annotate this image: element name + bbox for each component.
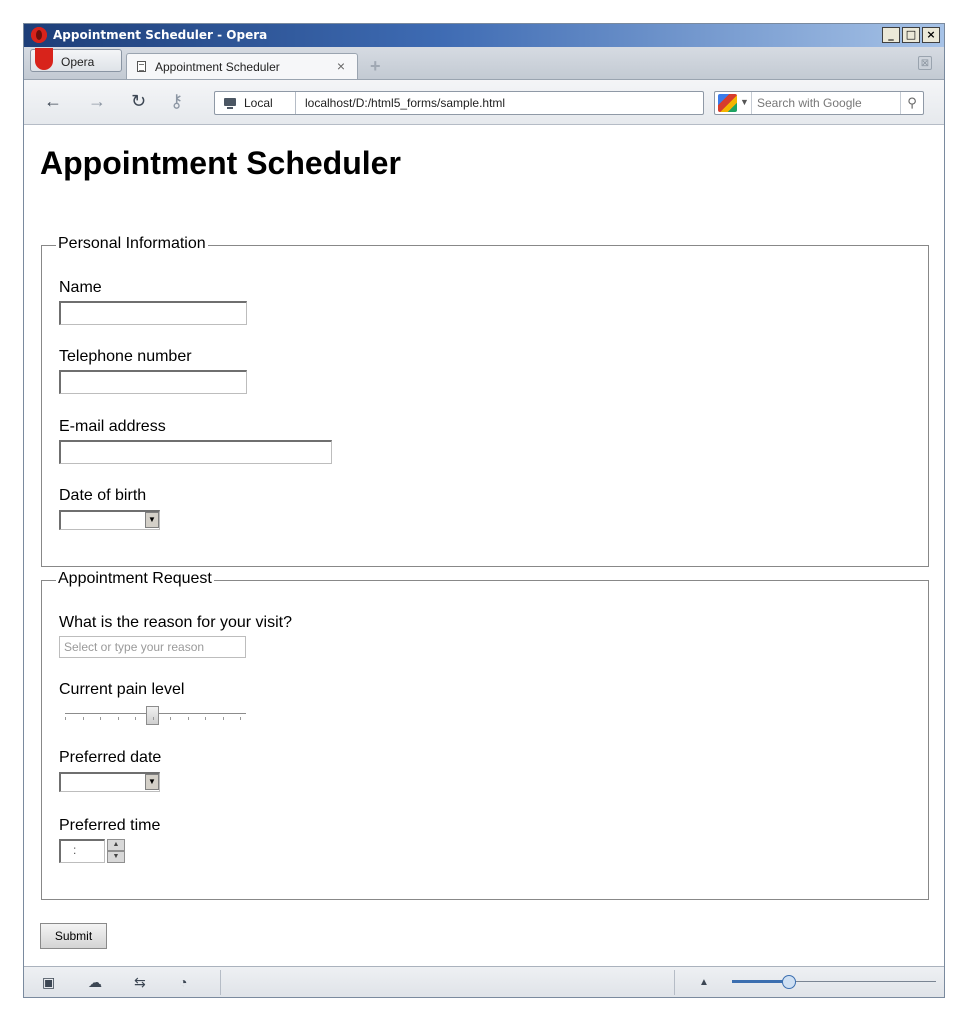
closed-tabs-trash-icon[interactable]: ⊠: [918, 56, 932, 70]
zoom-slider[interactable]: [732, 975, 936, 989]
pain-level-slider[interactable]: [59, 706, 246, 730]
personal-information-fieldset: Personal Information Name Telephone numb…: [41, 235, 929, 567]
slider-tick: [170, 717, 171, 720]
back-icon[interactable]: ←: [44, 91, 62, 112]
speed-dial-icon[interactable]: ◔: [179, 974, 187, 990]
time-spinner: ▲ ▼: [107, 839, 125, 865]
opera-menu-button[interactable]: Opera: [30, 48, 122, 72]
search-icon[interactable]: ⚲: [900, 92, 923, 114]
search-box[interactable]: ▼ Search with Google ⚲: [714, 91, 924, 115]
title-bar: Appointment Scheduler - Opera _ □ ×: [24, 24, 944, 47]
new-tab-icon[interactable]: +: [370, 56, 381, 77]
search-placeholder: Search with Google: [757, 96, 862, 110]
chevron-down-icon[interactable]: ▼: [740, 97, 749, 107]
site-badge-label: Local: [244, 96, 273, 110]
slider-tick: [188, 717, 189, 720]
forward-icon[interactable]: →: [88, 91, 106, 112]
date-of-birth-picker[interactable]: ▼: [59, 510, 160, 530]
tab-close-icon[interactable]: ×: [337, 58, 345, 74]
opera-logo-icon: [31, 27, 47, 43]
maximize-button[interactable]: □: [902, 27, 920, 43]
fieldset-legend: Appointment Request: [56, 570, 214, 588]
slider-tick: [223, 717, 224, 720]
email-label: E-mail address: [59, 418, 166, 435]
reason-label: What is the reason for your visit?: [59, 614, 292, 631]
minimize-button[interactable]: _: [882, 27, 900, 43]
window-controls: _ □ ×: [882, 27, 940, 43]
key-icon[interactable]: ⚷: [170, 91, 183, 112]
page-content: Appointment Scheduler Personal Informati…: [24, 125, 944, 964]
browser-window: Appointment Scheduler - Opera _ □ × Oper…: [23, 23, 945, 998]
monitor-icon: [224, 98, 236, 109]
reload-icon[interactable]: ↻: [131, 91, 146, 112]
pain-level-label: Current pain level: [59, 681, 185, 698]
time-field[interactable]: :: [59, 839, 105, 863]
preferred-date-label: Preferred date: [59, 749, 162, 766]
tab-title: Appointment Scheduler: [155, 60, 280, 74]
name-label: Name: [59, 279, 102, 296]
window-title: Appointment Scheduler - Opera: [53, 28, 268, 42]
document-icon: [137, 61, 146, 72]
opera-menu-label: Opera: [61, 55, 95, 69]
unite-icon[interactable]: ⇆: [134, 974, 146, 991]
search-divider: [751, 92, 752, 114]
reason-combobox[interactable]: Select or type your reason: [59, 636, 246, 658]
preferred-time-input[interactable]: : ▲ ▼: [59, 839, 127, 863]
status-divider: [674, 970, 675, 995]
zoom-arrow-icon[interactable]: ▲: [699, 977, 709, 988]
cloud-icon[interactable]: ☁: [88, 974, 102, 991]
appointment-request-fieldset: Appointment Request What is the reason f…: [41, 570, 929, 900]
tab-appointment-scheduler[interactable]: Appointment Scheduler ×: [126, 53, 358, 79]
telephone-field[interactable]: [59, 370, 247, 394]
url-text[interactable]: localhost/D:/html5_forms/sample.html: [305, 96, 505, 110]
close-window-button[interactable]: ×: [922, 27, 940, 43]
name-field[interactable]: [59, 301, 247, 325]
slider-tick: [65, 717, 66, 720]
status-divider: [220, 970, 221, 995]
slider-tick: [118, 717, 119, 720]
date-of-birth-label: Date of birth: [59, 487, 147, 504]
slider-tick: [100, 717, 101, 720]
chevron-down-icon[interactable]: ▼: [145, 512, 159, 528]
status-bar: ▣ ☁ ⇆ ◔ ▲: [24, 966, 944, 997]
telephone-label: Telephone number: [59, 348, 192, 365]
slider-tick: [205, 717, 206, 720]
navigation-bar: ← → ↻ ⚷ Local localhost/D:/html5_forms/s…: [24, 80, 944, 125]
slider-tick: [83, 717, 84, 720]
site-badge[interactable]: Local: [215, 92, 296, 114]
preferred-date-picker[interactable]: ▼: [59, 772, 160, 792]
preferred-time-label: Preferred time: [59, 817, 161, 834]
slider-tick: [240, 717, 241, 720]
slider-tick: [153, 717, 154, 720]
tab-bar: Opera Appointment Scheduler × + ⊠: [24, 47, 944, 80]
opera-o-icon: [35, 48, 53, 70]
page-title: Appointment Scheduler: [40, 145, 401, 181]
slider-thumb[interactable]: [146, 706, 159, 725]
address-bar[interactable]: Local localhost/D:/html5_forms/sample.ht…: [214, 91, 704, 115]
zoom-fill: [732, 980, 789, 983]
fieldset-legend: Personal Information: [56, 235, 208, 253]
email-field[interactable]: [59, 440, 332, 464]
zoom-knob[interactable]: [782, 975, 796, 989]
spin-down-icon[interactable]: ▼: [107, 851, 125, 863]
spin-up-icon[interactable]: ▲: [107, 839, 125, 851]
panel-toggle-icon[interactable]: ▣: [42, 974, 55, 991]
google-icon[interactable]: [718, 94, 737, 112]
chevron-down-icon[interactable]: ▼: [145, 774, 159, 790]
submit-button[interactable]: Submit: [40, 923, 107, 949]
slider-tick: [135, 717, 136, 720]
